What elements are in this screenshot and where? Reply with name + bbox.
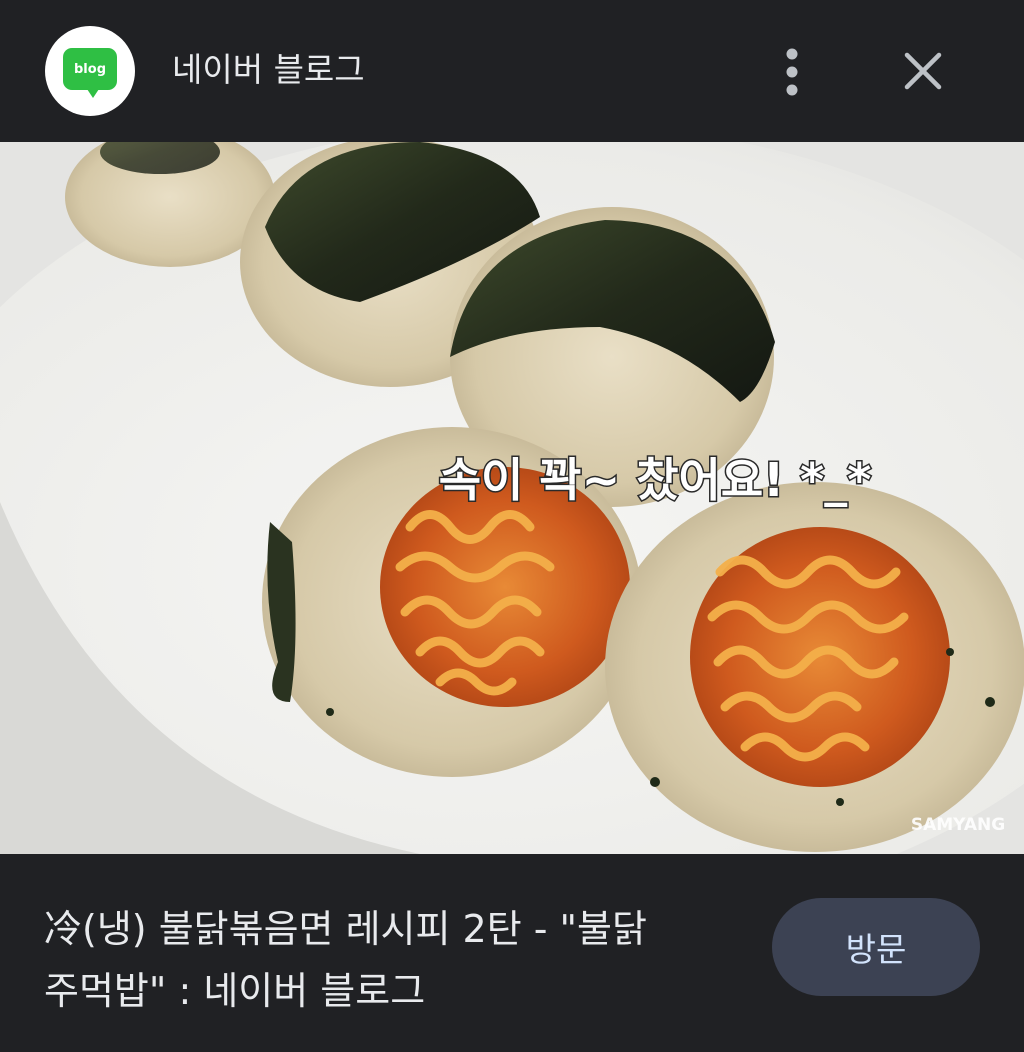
close-button[interactable] <box>894 44 952 100</box>
more-options-button[interactable] <box>764 44 820 100</box>
watermark: SAMYANG <box>911 815 1005 835</box>
food-photo: 속이 꽉~ 찼어요! *_* SAMYANG <box>0 142 1024 854</box>
page-title[interactable]: 冷(냉) 불닭볶음면 레시피 2탄 - "불닭 주먹밥" : 네이버 블로그 <box>44 898 734 1022</box>
site-favicon: blog <box>45 26 135 116</box>
site-name: 네이버 블로그 <box>172 50 365 89</box>
blog-logo-icon: blog <box>63 48 117 98</box>
viewer-footer: 冷(냉) 불닭볶음면 레시피 2탄 - "불닭 주먹밥" : 네이버 블로그 방… <box>0 854 1024 1052</box>
photo-preview[interactable]: 속이 꽉~ 찼어요! *_* SAMYANG <box>0 142 1024 854</box>
favicon-label: blog <box>74 61 106 77</box>
close-icon <box>904 52 942 90</box>
visit-button[interactable]: 방문 <box>772 898 980 996</box>
more-vert-icon <box>786 48 798 96</box>
viewer-header: blog 네이버 블로그 <box>0 0 1024 142</box>
overlay-caption: 속이 꽉~ 찼어요! *_* <box>439 453 872 507</box>
image-viewer-screen: blog 네이버 블로그 속이 꽉~ 찼어요! *_* SAMYANG 冷(냉)… <box>0 0 1024 1052</box>
